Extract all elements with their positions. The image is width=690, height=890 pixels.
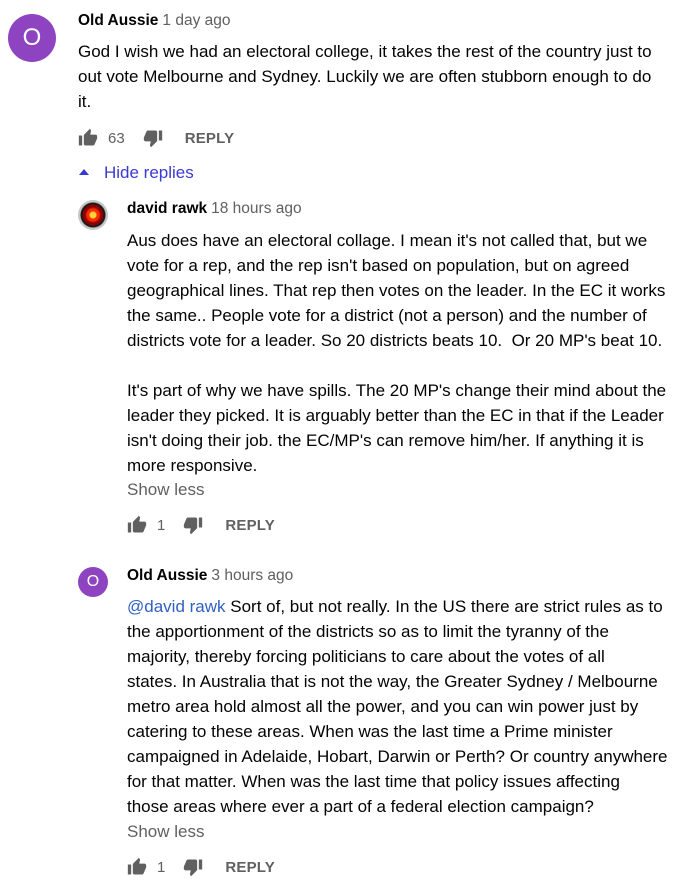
reply-header: Old Aussie 3 hours ago bbox=[127, 567, 293, 585]
comment-header: Old Aussie 1 day ago bbox=[78, 12, 231, 30]
like-count: 1 bbox=[157, 516, 166, 534]
mention-link[interactable]: @david rawk bbox=[127, 597, 226, 616]
thumbs-down-icon[interactable] bbox=[143, 128, 163, 148]
avatar-letter: O bbox=[22, 24, 42, 51]
avatar-letter: O bbox=[86, 573, 100, 590]
thumbs-up-icon[interactable] bbox=[127, 515, 147, 535]
comment-time[interactable]: 1 day ago bbox=[162, 12, 230, 29]
reply-actions: 1 REPLY bbox=[127, 515, 275, 535]
thumbs-down-icon[interactable] bbox=[183, 857, 203, 877]
comment-text: God I wish we had an electoral college, … bbox=[78, 42, 652, 111]
show-less-button[interactable]: Show less bbox=[127, 480, 204, 500]
thumbs-up-icon[interactable] bbox=[78, 128, 98, 148]
hide-replies-label: Hide replies bbox=[104, 163, 194, 182]
like-count: 1 bbox=[157, 858, 166, 876]
hide-replies-button[interactable]: Hide replies bbox=[78, 163, 194, 183]
reply-actions: 1 REPLY bbox=[127, 857, 275, 877]
reply-text: Aus does have an electoral collage. I me… bbox=[127, 231, 667, 475]
reply-text-content: Sort of, but not really. In the US there… bbox=[127, 597, 668, 816]
avatar[interactable]: O bbox=[8, 14, 56, 62]
reply-text: @david rawk Sort of, but not really. In … bbox=[127, 594, 690, 819]
author-name[interactable]: david rawk bbox=[127, 200, 207, 217]
like-count: 63 bbox=[108, 129, 125, 147]
reply-button[interactable]: REPLY bbox=[225, 859, 275, 876]
reply-time[interactable]: 18 hours ago bbox=[211, 200, 302, 217]
comment-thread: O Old Aussie 1 day ago God I wish we had … bbox=[0, 0, 690, 890]
thumbs-up-icon[interactable] bbox=[127, 857, 147, 877]
caret-up-icon bbox=[78, 163, 90, 183]
avatar[interactable]: O bbox=[78, 567, 108, 597]
author-name[interactable]: Old Aussie bbox=[78, 12, 158, 29]
reply-button[interactable]: REPLY bbox=[225, 517, 275, 534]
reply-button[interactable]: REPLY bbox=[185, 130, 235, 147]
reply-header: david rawk 18 hours ago bbox=[127, 200, 302, 218]
author-name[interactable]: Old Aussie bbox=[127, 567, 207, 584]
show-less-button[interactable]: Show less bbox=[127, 822, 204, 842]
avatar[interactable] bbox=[78, 200, 108, 230]
thumbs-down-icon[interactable] bbox=[183, 515, 203, 535]
reply-time[interactable]: 3 hours ago bbox=[211, 567, 293, 584]
comment-actions: 63 REPLY bbox=[78, 128, 234, 148]
